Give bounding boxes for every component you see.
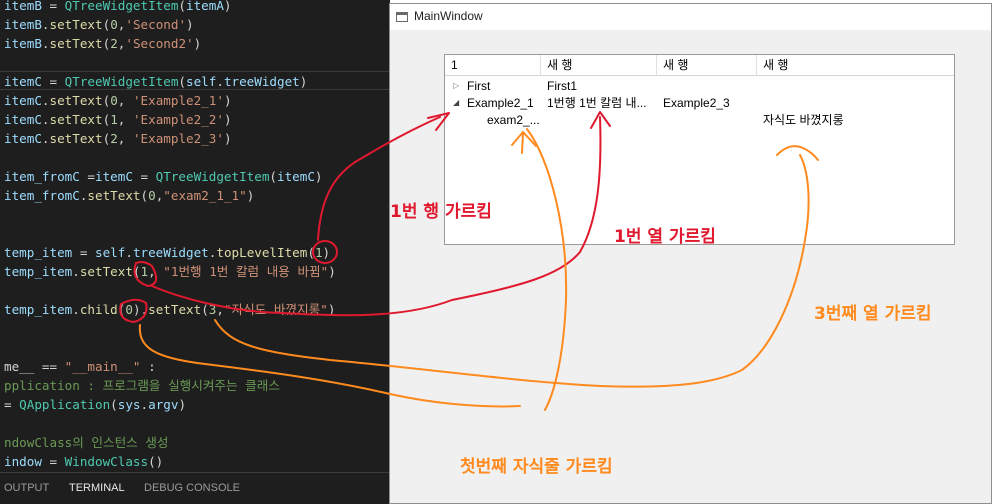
circle-mark (133, 261, 158, 287)
arrow-stem (521, 132, 524, 154)
child-pointer-line (138, 324, 521, 408)
row-annotation-label: 1번 행 가르킴 (390, 202, 492, 222)
orange-annotation-strokes (138, 128, 819, 411)
col3-pointer-line (214, 154, 810, 388)
arrowhead (776, 145, 819, 161)
col1-pointer-line (151, 116, 602, 317)
column3-annotation-label: 3번째 열 가르킴 (814, 304, 932, 324)
circle-mark (312, 240, 338, 264)
circle-mark (119, 298, 148, 323)
child-row-annotation-label: 첫번째 자식줄 가르킴 (460, 457, 613, 477)
child-pointer-line (526, 128, 568, 411)
column1-annotation-label: 1번 열 가르킴 (614, 227, 716, 247)
annotation-overlay (119, 111, 819, 411)
